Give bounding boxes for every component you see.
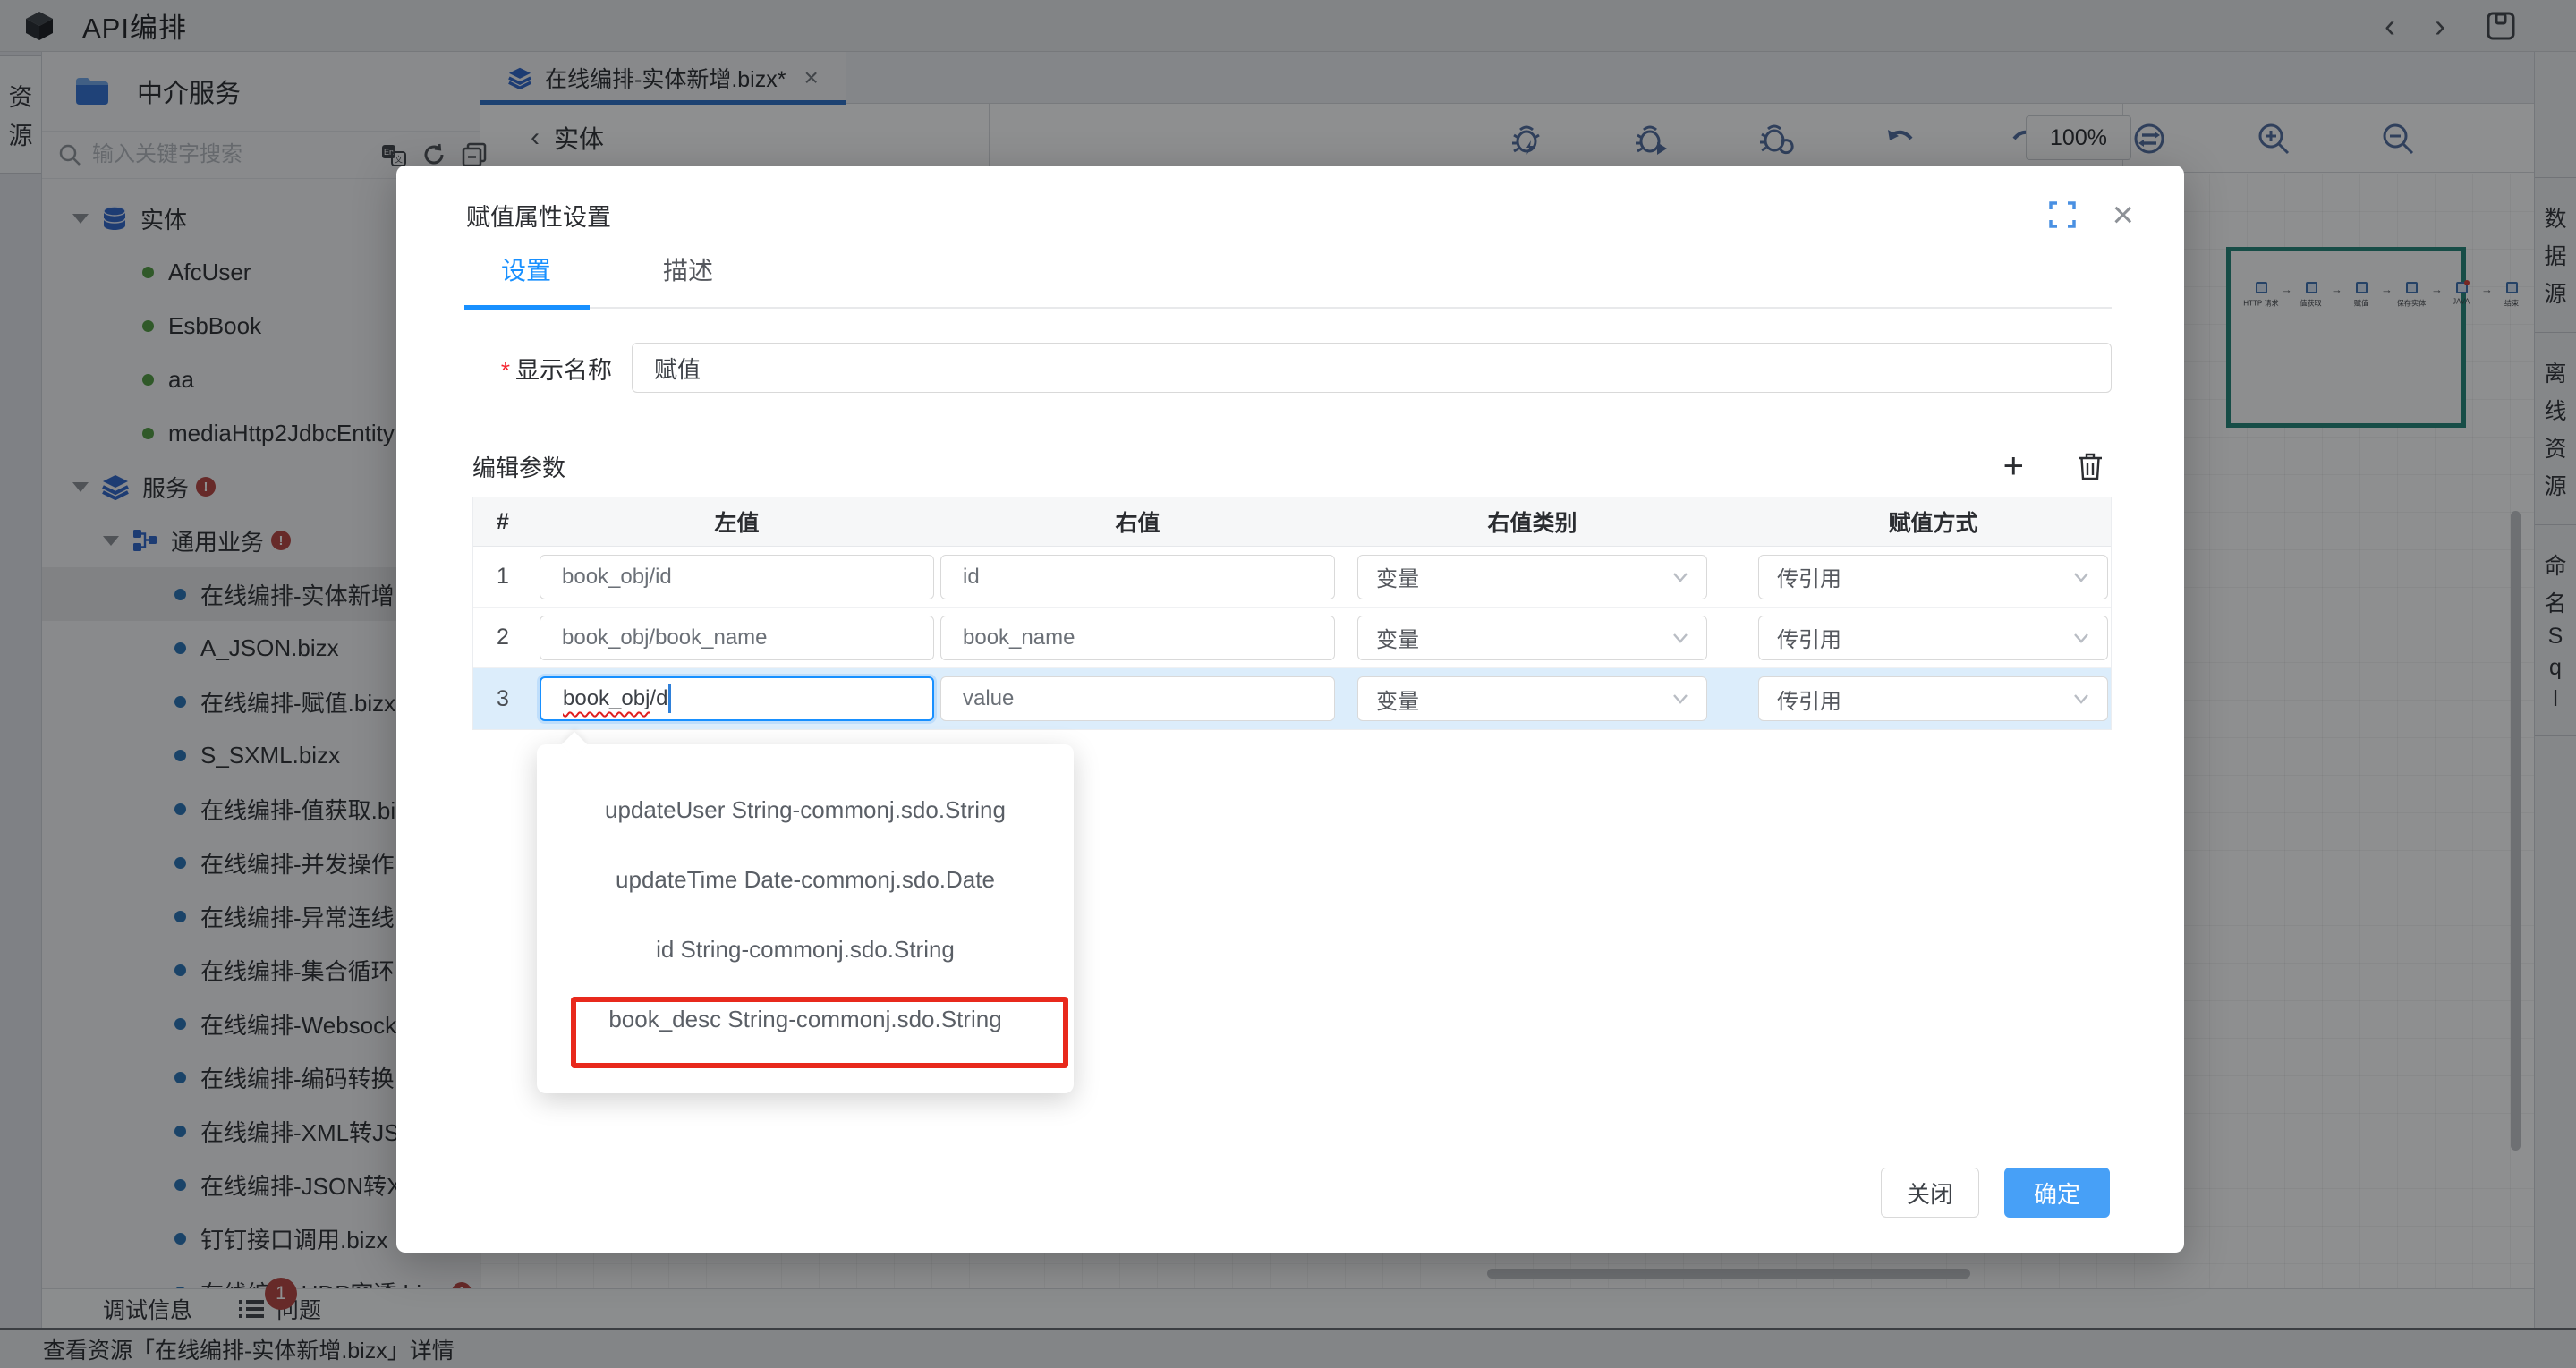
display-name-label: *显示名称 xyxy=(472,351,632,386)
modal-tab-active-underline xyxy=(464,305,590,310)
chevron-down-icon xyxy=(2073,572,2089,582)
column-header-4: 赋值方式 xyxy=(1758,506,2108,538)
assignment-mode-select[interactable]: 传引用 xyxy=(1758,616,2108,660)
chevron-down-icon xyxy=(2073,633,2089,643)
edit-params-title: 编辑参数 xyxy=(472,450,565,483)
right-value-input[interactable]: value xyxy=(940,676,1335,721)
chevron-down-icon xyxy=(1672,572,1688,582)
fullscreen-icon[interactable] xyxy=(2049,201,2076,228)
left-value-input[interactable]: book_obj/book_name xyxy=(540,616,934,660)
right-value-input[interactable]: id xyxy=(940,555,1335,599)
column-header-3: 右值类别 xyxy=(1357,506,1707,538)
chevron-down-icon xyxy=(1672,633,1688,643)
column-header-0: # xyxy=(497,509,532,535)
assignment-mode-select[interactable]: 传引用 xyxy=(1758,676,2108,721)
confirm-button[interactable]: 确定 xyxy=(2004,1168,2110,1218)
right-value-input[interactable]: book_name xyxy=(940,616,1335,660)
app-root: API编排 ‹ › 资源 中介服务 En文 xyxy=(0,0,2576,1368)
right-value-category-select[interactable]: 变量 xyxy=(1357,676,1707,721)
dropdown-option-0[interactable]: updateUser String-commonj.sdo.String xyxy=(537,775,1074,845)
chevron-down-icon xyxy=(1672,693,1688,704)
modal-tab-0[interactable]: 设置 xyxy=(501,251,551,305)
select-value: 变量 xyxy=(1376,622,1419,653)
autocomplete-dropdown: updateUser String-commonj.sdo.Stringupda… xyxy=(537,744,1074,1093)
select-value: 变量 xyxy=(1376,561,1419,592)
typed-text: /d xyxy=(650,686,667,711)
edit-params-tools: + xyxy=(2003,448,2112,484)
edit-params-section: 编辑参数 + xyxy=(472,448,2112,484)
modal-tabs: 设置 描述 xyxy=(501,251,713,305)
left-value-input[interactable]: book_obj/id xyxy=(540,555,934,599)
modal-footer: 关闭 确定 xyxy=(1881,1168,2110,1218)
column-header-2: 右值 xyxy=(940,506,1335,538)
display-name-input[interactable]: 赋值 xyxy=(632,343,2112,393)
assignment-mode-select[interactable]: 传引用 xyxy=(1758,555,2108,599)
select-value: 传引用 xyxy=(1777,684,1841,715)
select-value: 变量 xyxy=(1376,684,1419,715)
display-name-row: *显示名称 赋值 xyxy=(472,343,2112,393)
dropdown-option-3[interactable]: book_desc String-commonj.sdo.String xyxy=(537,984,1074,1054)
row-number: 1 xyxy=(497,564,532,590)
close-button[interactable]: 关闭 xyxy=(1881,1168,1979,1218)
dropdown-option-2[interactable]: id String-commonj.sdo.String xyxy=(537,914,1074,984)
misspelled-text: book_obj xyxy=(563,686,650,711)
left-value-input[interactable]: book_obj/d xyxy=(540,676,934,721)
select-value: 传引用 xyxy=(1777,561,1841,592)
column-header-1: 左值 xyxy=(540,506,934,538)
right-value-category-select[interactable]: 变量 xyxy=(1357,555,1707,599)
dropdown-option-1[interactable]: updateTime Date-commonj.sdo.Date xyxy=(537,845,1074,914)
right-value-category-select[interactable]: 变量 xyxy=(1357,616,1707,660)
row-number: 3 xyxy=(497,686,532,712)
text-cursor xyxy=(668,684,671,713)
row-number: 2 xyxy=(497,625,532,650)
add-row-icon[interactable]: + xyxy=(2003,448,2024,484)
params-table-body: 1book_obj/idid变量传引用2book_obj/book_namebo… xyxy=(473,547,2111,729)
required-mark: * xyxy=(501,357,510,384)
delete-row-icon[interactable] xyxy=(2076,451,2104,481)
param-row-2: 2 book_obj/book_namebook_name 变量 传引用 xyxy=(473,608,2111,668)
modal-title: 赋值属性设置 xyxy=(466,198,611,233)
modal-tab-1[interactable]: 描述 xyxy=(663,251,713,305)
close-icon[interactable]: × xyxy=(2112,196,2134,234)
modal-tab-divider xyxy=(472,307,2112,309)
chevron-down-icon xyxy=(2073,693,2089,704)
modal-window-icons: × xyxy=(2049,196,2134,234)
params-table: #左值右值右值类别赋值方式 1book_obj/idid变量传引用2book_o… xyxy=(472,497,2112,730)
param-row-1: 1 book_obj/idid 变量 传引用 xyxy=(473,547,2111,608)
param-row-3: 3book_obj/dvalue变量传引用 xyxy=(473,668,2111,729)
params-table-header: # 左值右值右值类别 赋值方式 xyxy=(473,497,2111,547)
select-value: 传引用 xyxy=(1777,622,1841,653)
